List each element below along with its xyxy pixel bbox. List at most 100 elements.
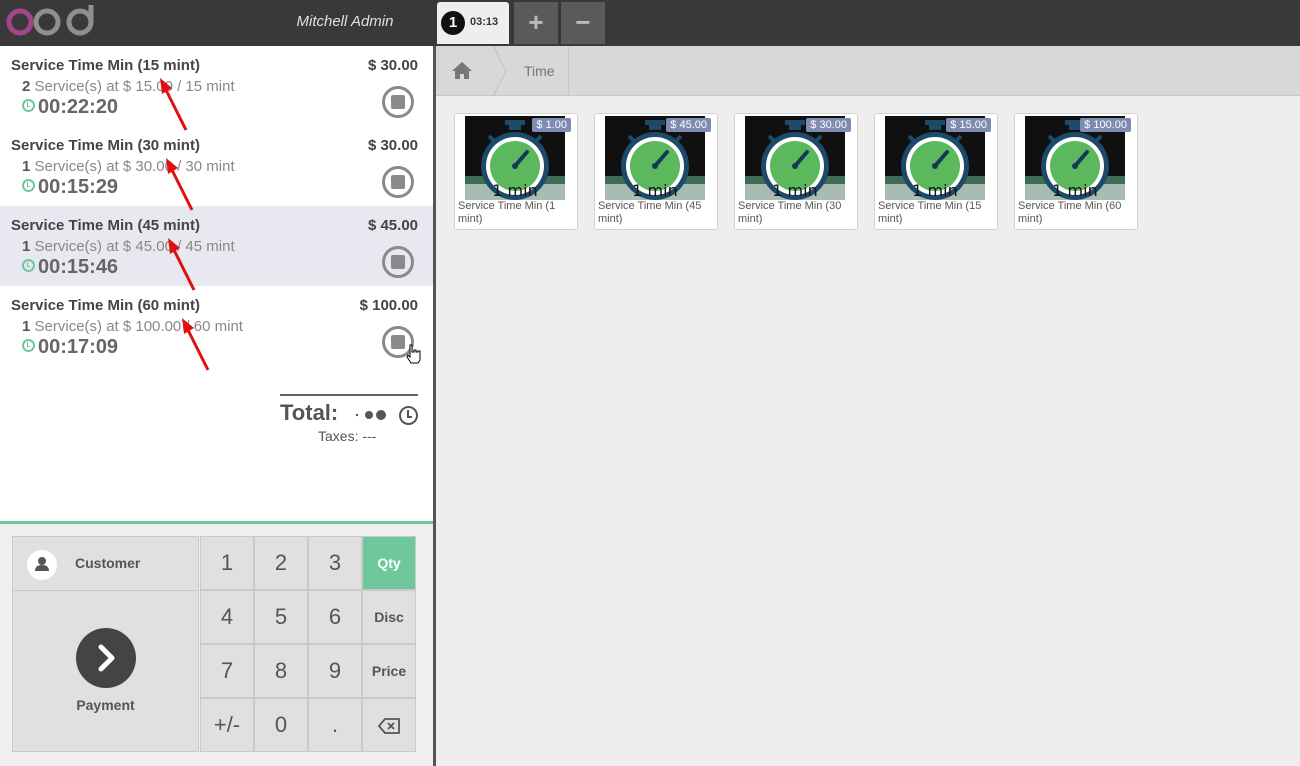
timer-value: 00:17:09: [38, 336, 119, 358]
price-mode-button[interactable]: Price: [362, 644, 416, 698]
product-card[interactable]: 1 min $ 100.00 Service Time Min (60 mint…: [1014, 113, 1138, 230]
stop-timer-button[interactable]: [382, 86, 414, 118]
product-image-label: 1 min: [492, 181, 537, 200]
order-line-timer: 00:22:20: [22, 96, 118, 119]
backspace-icon: [377, 718, 400, 735]
order-line-name: Service Time Min (15 mint): [11, 57, 200, 74]
order-line-detail: Service(s) at $ 15.00 / 15 mint: [34, 78, 235, 95]
order-line-name: Service Time Min (30 mint): [11, 137, 200, 154]
qty-mode-button[interactable]: Qty: [362, 536, 416, 590]
order-line-qty: 1: [22, 318, 31, 335]
order-line[interactable]: Service Time Min (30 mint) $ 30.00 1 Ser…: [0, 126, 433, 206]
chevron-right-icon: [76, 628, 136, 688]
order-line[interactable]: Service Time Min (15 mint) $ 30.00 2 Ser…: [0, 46, 433, 126]
total-divider: [280, 394, 418, 396]
breadcrumb: Time: [436, 45, 1300, 97]
order-line[interactable]: Service Time Min (60 mint) $ 100.00 1 Se…: [0, 286, 433, 366]
numpad-key-7[interactable]: 7: [200, 644, 254, 698]
order-line-price: $ 100.00: [359, 297, 418, 314]
product-screen: Time 1 min $ 1.00 Service Time Min (1 mi…: [436, 45, 1300, 766]
order-line-timer: 00:15:46: [22, 256, 118, 279]
numpad-key-4[interactable]: 4: [200, 590, 254, 644]
timer-value: 00:22:20: [38, 96, 119, 118]
order-line-detail: Service(s) at $ 30.00 / 30 mint: [34, 158, 235, 175]
breadcrumb-chevron-icon: [492, 46, 507, 96]
product-price: $ 15.00: [946, 118, 991, 132]
order-line-info: 1 Service(s) at $ 30.00 / 30 mint: [22, 158, 235, 175]
product-price: $ 100.00: [1080, 118, 1131, 132]
stop-timer-button[interactable]: [382, 246, 414, 278]
stop-timer-button[interactable]: [382, 166, 414, 198]
total-label: Total:: [280, 400, 339, 425]
breadcrumb-separator: [568, 46, 569, 96]
order-line-price: $ 45.00: [367, 217, 418, 234]
order-tab[interactable]: 1 03:13: [437, 2, 509, 44]
top-bar: Mitchell Admin 1 03:13 + −: [0, 0, 1300, 46]
product-card[interactable]: 1 min $ 45.00 Service Time Min (45 mint): [594, 113, 718, 230]
product-card[interactable]: 1 min $ 1.00 Service Time Min (1 mint): [454, 113, 578, 230]
timer-value: 00:15:29: [38, 176, 119, 198]
order-line-timer: 00:17:09: [22, 336, 118, 359]
order-line-name: Service Time Min (45 mint): [11, 217, 200, 234]
add-order-button[interactable]: +: [514, 2, 558, 44]
numpad: 1 2 3 Qty 4 5 6 Disc 7 8 9 Price +/- 0 .: [200, 536, 418, 752]
order-line-name: Service Time Min (60 mint): [11, 297, 200, 314]
product-price: $ 45.00: [666, 118, 711, 132]
backspace-button[interactable]: [362, 698, 416, 752]
order-line-detail: Service(s) at $ 45.00 / 45 mint: [34, 238, 235, 255]
clock-icon: [22, 339, 35, 352]
timer-value: 00:15:46: [38, 256, 119, 278]
breadcrumb-category[interactable]: Time: [524, 63, 555, 79]
product-name: Service Time Min (1 mint): [458, 200, 556, 225]
product-image-label: 1 min: [772, 181, 817, 200]
disc-mode-button[interactable]: Disc: [362, 590, 416, 644]
order-line-info: 1 Service(s) at $ 45.00 / 45 mint: [22, 238, 235, 255]
numpad-key-plus-minus[interactable]: +/-: [200, 698, 254, 752]
order-line-detail: Service(s) at $ 100.00 / 60 mint: [34, 318, 243, 335]
clock-icon: [22, 179, 35, 192]
control-panel: Customer Payment 1 2 3 Qty 4 5 6 Disc 7 …: [0, 521, 433, 766]
user-icon: [27, 550, 57, 580]
numpad-key-2[interactable]: 2: [254, 536, 308, 590]
clock-icon: [22, 99, 35, 112]
home-icon: [452, 45, 507, 97]
numpad-key-5[interactable]: 5: [254, 590, 308, 644]
order-number-badge: 1: [441, 11, 465, 35]
numpad-key-dot[interactable]: .: [308, 698, 362, 752]
order-line-price: $ 30.00: [367, 137, 418, 154]
numpad-key-3[interactable]: 3: [308, 536, 362, 590]
customer-label: Customer: [75, 555, 141, 571]
product-name: Service Time Min (30 mint): [738, 200, 842, 225]
loading-dots-icon: [355, 410, 386, 420]
payment-button[interactable]: Payment: [12, 590, 199, 752]
numpad-key-9[interactable]: 9: [308, 644, 362, 698]
breadcrumb-home[interactable]: [436, 45, 507, 97]
product-image-label: 1 min: [1052, 181, 1097, 200]
order-line-info: 2 Service(s) at $ 15.00 / 15 mint: [22, 78, 235, 95]
product-card[interactable]: 1 min $ 30.00 Service Time Min (30 mint): [734, 113, 858, 230]
product-name: Service Time Min (15 mint): [878, 200, 982, 225]
clock-icon: [399, 406, 418, 425]
product-card[interactable]: 1 min $ 15.00 Service Time Min (15 mint): [874, 113, 998, 230]
payment-label: Payment: [76, 697, 135, 713]
numpad-key-1[interactable]: 1: [200, 536, 254, 590]
order-line-selected[interactable]: Service Time Min (45 mint) $ 45.00 1 Ser…: [0, 206, 433, 286]
order-line-qty: 2: [22, 78, 31, 95]
product-price: $ 30.00: [806, 118, 851, 132]
order-line-qty: 1: [22, 158, 31, 175]
order-line-timer: 00:15:29: [22, 176, 118, 199]
numpad-key-0[interactable]: 0: [254, 698, 308, 752]
numpad-key-8[interactable]: 8: [254, 644, 308, 698]
clock-icon: [22, 259, 35, 272]
odoo-logo: [6, 5, 94, 36]
product-name: Service Time Min (45 mint): [598, 200, 702, 225]
numpad-key-6[interactable]: 6: [308, 590, 362, 644]
order-tab-time: 03:13: [470, 16, 499, 28]
order-line-price: $ 30.00: [367, 57, 418, 74]
user-name[interactable]: Mitchell Admin: [270, 13, 420, 30]
product-name: Service Time Min (60 mint): [1018, 200, 1122, 225]
customer-button[interactable]: Customer: [12, 536, 199, 591]
taxes-text: Taxes: ---: [318, 428, 377, 444]
remove-order-button[interactable]: −: [561, 2, 605, 44]
order-line-qty: 1: [22, 238, 31, 255]
